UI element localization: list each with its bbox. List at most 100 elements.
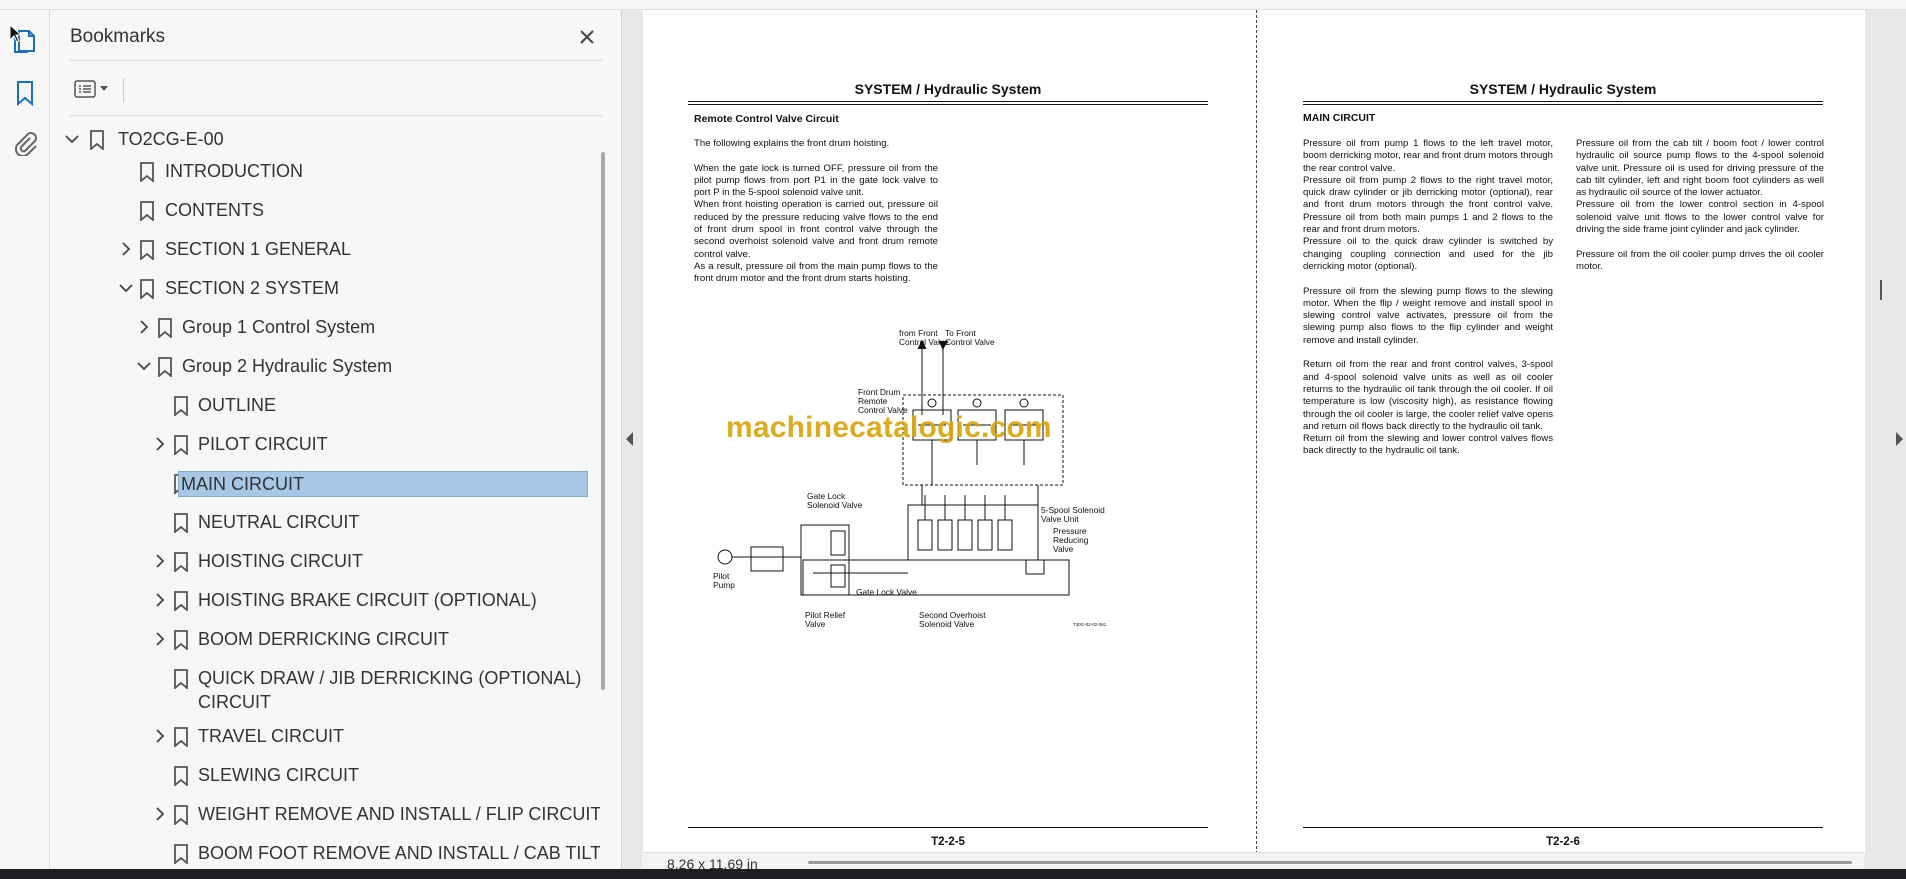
paragraph: Pressure oil to the quick draw cylinder …	[1303, 236, 1553, 272]
bookmark-item[interactable]: HOISTING CIRCUIT	[50, 542, 600, 581]
page-header: SYSTEM / Hydraulic System	[854, 81, 1042, 97]
bookmark-label: PILOT CIRCUIT	[198, 434, 328, 454]
bookmark-icon	[170, 511, 192, 535]
bookmark-label: CONTENTS	[165, 200, 264, 220]
paragraph: When front hoisting operation is carried…	[694, 199, 938, 260]
divider	[70, 60, 602, 61]
chevron-down-icon[interactable]	[132, 354, 156, 378]
diagram-label: Valve	[1053, 544, 1074, 554]
bookmark-item[interactable]: SECTION 1 GENERAL	[50, 230, 600, 269]
chevron-right-icon[interactable]	[148, 549, 172, 573]
bookmark-item[interactable]: INTRODUCTION	[50, 152, 600, 191]
footer-rule	[688, 827, 1208, 828]
viewer-scroll-indicator[interactable]	[1880, 280, 1882, 300]
bookmark-item[interactable]: HOISTING BRAKE CIRCUIT (OPTIONAL)	[50, 581, 600, 620]
chevron-down-icon[interactable]	[114, 276, 138, 300]
bookmark-icon	[136, 160, 158, 184]
close-icon	[580, 30, 594, 44]
chevron-right-icon[interactable]	[114, 237, 138, 261]
toolbar-separator	[123, 78, 124, 102]
bookmark-label: HOISTING BRAKE CIRCUIT (OPTIONAL)	[198, 590, 537, 610]
diagram-label: Valve Unit	[1041, 514, 1079, 524]
diagram-label: Pump	[713, 580, 735, 590]
bookmark-item[interactable]: SLEWING CIRCUIT	[50, 756, 600, 795]
bookmarks-panel: Bookmarks TO2CG-E-00 INTRODUCTION CONTENT…	[50, 10, 622, 869]
bookmark-icon	[17, 81, 33, 106]
chevron-right-icon[interactable]	[132, 315, 156, 339]
bookmark-icon	[86, 128, 108, 152]
bookmark-item[interactable]: TRAVEL CIRCUIT	[50, 717, 600, 756]
paragraph: Pressure oil from the oil cooler pump dr…	[1576, 248, 1824, 272]
bookmark-label: MAIN CIRCUIT	[178, 471, 588, 497]
page-number: T2-2-6	[1546, 836, 1580, 848]
page-number: T2-2-5	[931, 836, 965, 848]
bookmark-label: OUTLINE	[198, 395, 277, 415]
bookmark-icon	[136, 199, 158, 223]
bookmark-label: NEUTRAL CIRCUIT	[198, 512, 360, 532]
bookmark-item[interactable]: WEIGHT REMOVE AND INSTALL / FLIP CIRCUIT	[50, 795, 600, 834]
expand-panel-icon[interactable]	[1896, 432, 1904, 446]
bookmark-item[interactable]: PILOT CIRCUIT	[50, 425, 600, 464]
attachments-button[interactable]	[8, 126, 42, 160]
bookmark-icon	[170, 764, 192, 788]
bookmark-label: Group 2 Hydraulic System	[182, 356, 393, 376]
diagram-label: Gate Lock Valve	[856, 587, 917, 597]
paragraph: Return oil from the slewing and lower co…	[1303, 433, 1553, 457]
chevron-down-icon[interactable]	[60, 127, 84, 151]
chevron-right-icon[interactable]	[148, 627, 172, 651]
bookmark-tree: TO2CG-E-00 INTRODUCTION CONTENTS SECTION 1…	[50, 120, 600, 869]
bookmark-item[interactable]: SECTION 2 SYSTEM	[50, 269, 600, 308]
navigation-rail	[0, 10, 50, 869]
bookmark-item[interactable]: Group 1 Control System	[50, 308, 600, 347]
bookmark-label: QUICK DRAW / JIB DERRICKING (OPTIONAL) C…	[198, 668, 582, 712]
paragraph: As a result, pressure oil from the main …	[694, 260, 938, 285]
chevron-right-icon[interactable]	[148, 588, 172, 612]
bookmark-label: WEIGHT REMOVE AND INSTALL / FLIP CIRCUIT	[198, 804, 600, 824]
bookmark-icon	[170, 550, 192, 574]
footer-rule	[1303, 827, 1823, 828]
bookmark-item[interactable]: MAIN CIRCUIT	[50, 464, 600, 503]
mouse-cursor-icon	[9, 24, 23, 43]
bookmark-item[interactable]: BOOM DERRICKING CIRCUIT	[50, 620, 600, 659]
bookmark-icon	[154, 355, 176, 379]
bookmark-label: TRAVEL CIRCUIT	[198, 726, 345, 746]
close-panel-button[interactable]	[572, 22, 602, 52]
bookmark-item[interactable]: NEUTRAL CIRCUIT	[50, 503, 600, 542]
bookmarks-button[interactable]	[8, 76, 42, 110]
bookmark-icon	[170, 667, 192, 691]
diagram-label: Control Valve	[899, 337, 949, 347]
body-text: The following explains the front drum ho…	[694, 138, 938, 286]
bookmark-item[interactable]: QUICK DRAW / JIB DERRICKING (OPTIONAL) C…	[50, 659, 600, 712]
paragraph: Pressure oil from the cab tilt / boom fo…	[1576, 138, 1824, 199]
paragraph: When the gate lock is turned OFF, pressu…	[694, 162, 938, 199]
bookmark-item[interactable]: CONTENTS	[50, 191, 600, 230]
horizontal-scrollbar[interactable]	[808, 861, 1852, 864]
collapse-panel-icon[interactable]	[626, 432, 634, 446]
chevron-right-icon[interactable]	[148, 432, 172, 456]
chevron-right-icon[interactable]	[148, 802, 172, 826]
chevron-down-icon	[100, 86, 108, 91]
diagram-label: Solenoid Valve	[807, 500, 863, 510]
chevron-right-icon[interactable]	[148, 724, 172, 748]
bookmark-item[interactable]: Group 2 Hydraulic System	[50, 347, 600, 386]
bookmark-label: HOISTING CIRCUIT	[198, 551, 363, 571]
diagram-label: Control Valve	[945, 337, 995, 347]
bookmark-item[interactable]: BOOM FOOT REMOVE AND INSTALL / CAB TILT	[50, 834, 600, 869]
bookmark-label: TO2CG-E-00	[118, 129, 224, 149]
bookmark-label: SECTION 1 GENERAL	[165, 239, 352, 259]
hydraulic-circuit-diagram: from Front Control Valve To Front Contro…	[713, 328, 1107, 629]
bookmark-icon	[136, 277, 158, 301]
bookmark-icon	[170, 725, 192, 749]
section-title: Remote Control Valve Circuit	[694, 113, 839, 125]
bookmark-label: BOOM DERRICKING CIRCUIT	[198, 629, 450, 649]
bookmark-item[interactable]: OUTLINE	[50, 386, 600, 425]
bookmark-icon	[136, 238, 158, 262]
scrollbar-thumb[interactable]	[601, 152, 605, 690]
bookmark-scrollbar[interactable]	[600, 140, 606, 862]
section-title: MAIN CIRCUIT	[1303, 112, 1376, 124]
paragraph: Pressure oil from pump 1 flows to the le…	[1303, 138, 1553, 174]
body-text-column-1: Pressure oil from pump 1 flows to the le…	[1303, 138, 1553, 458]
paragraph: The following explains the front drum ho…	[694, 138, 890, 149]
bookmark-options-button[interactable]	[68, 73, 114, 105]
page-divider	[1256, 10, 1257, 854]
